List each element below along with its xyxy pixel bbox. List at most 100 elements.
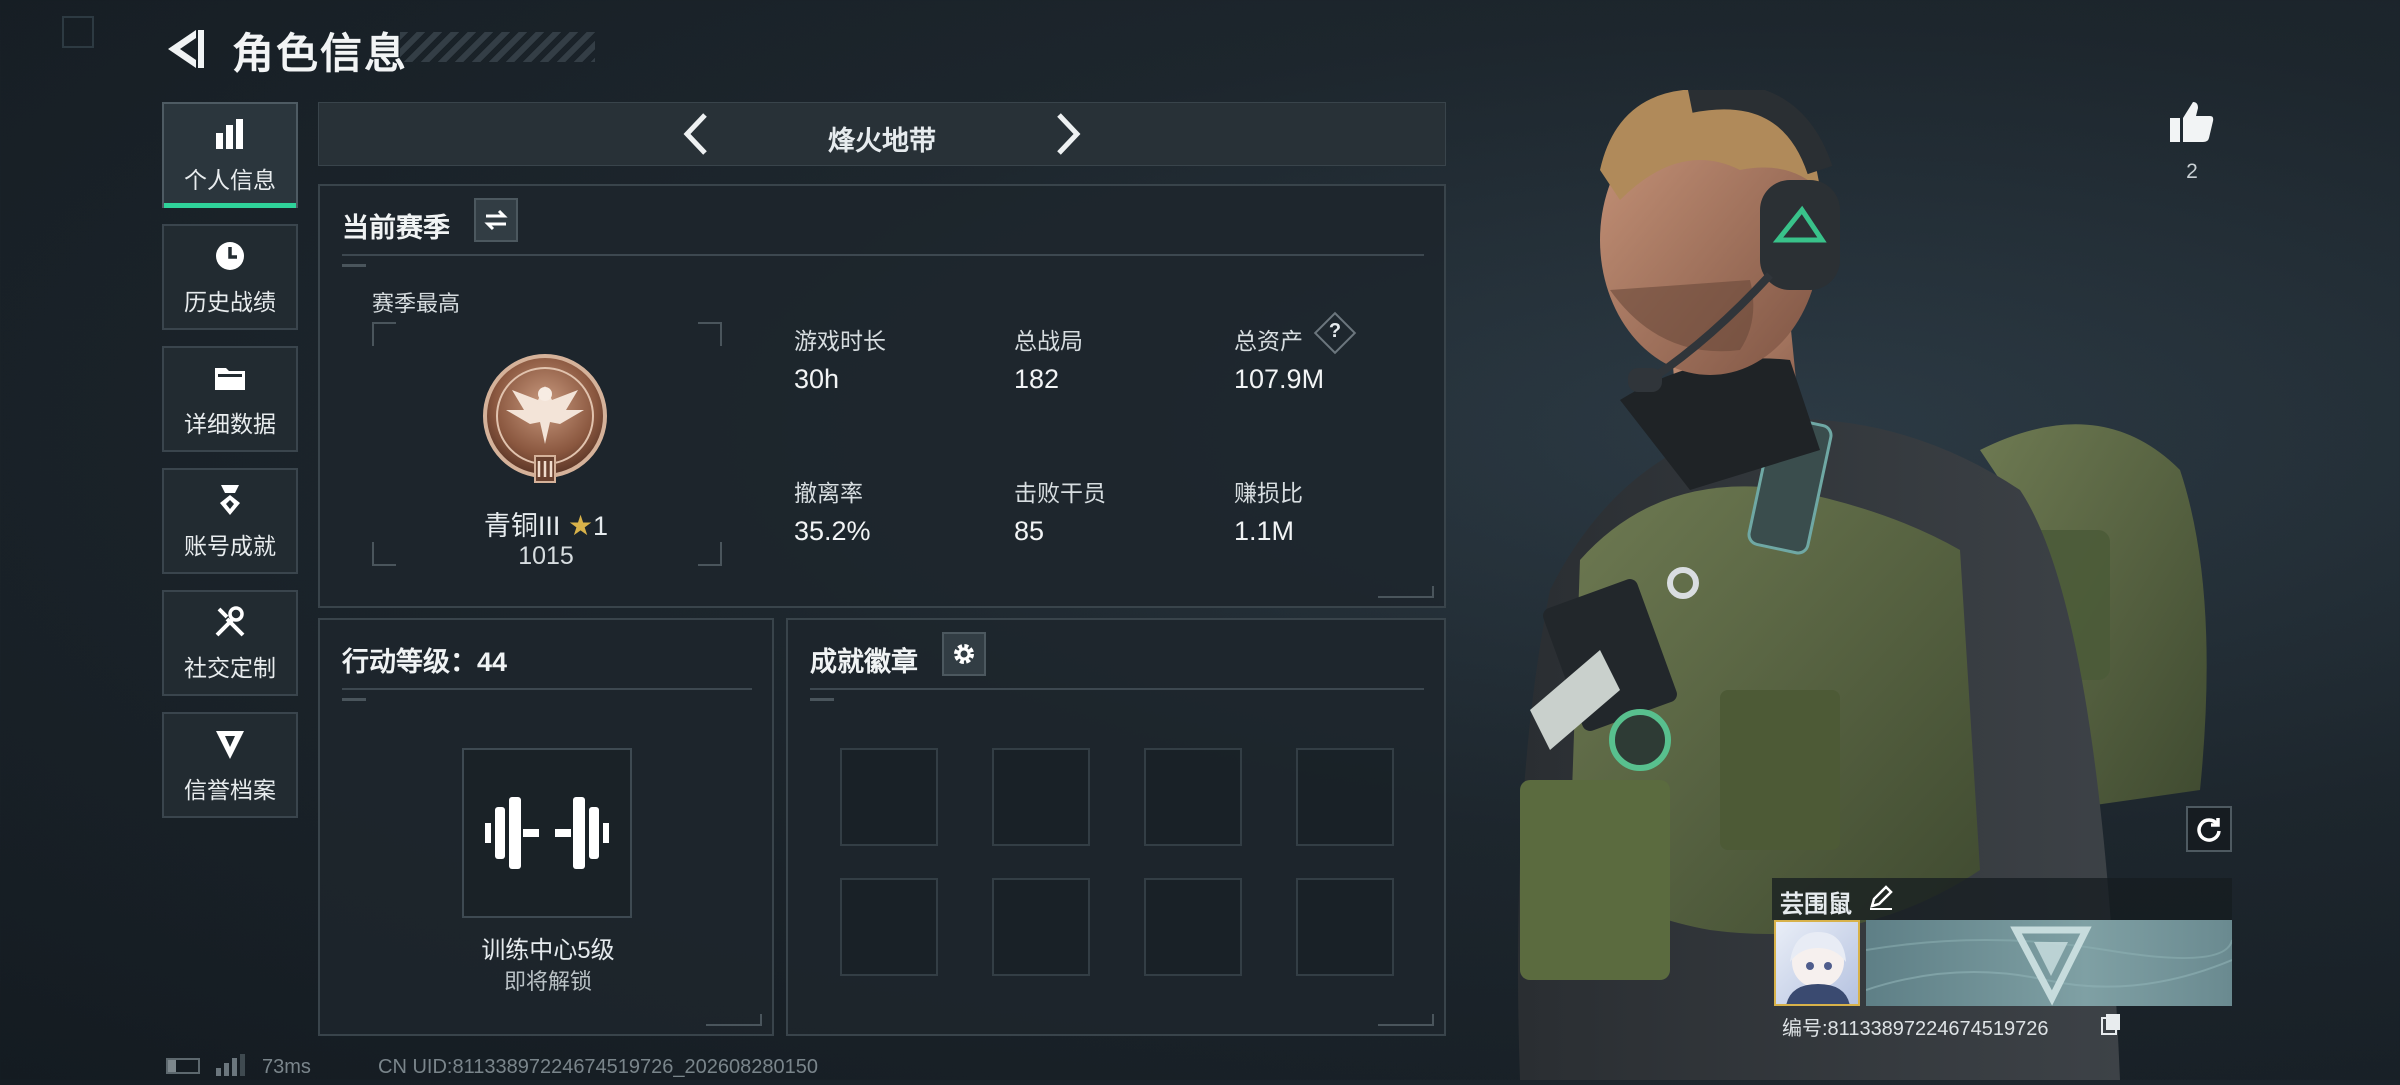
divider-decoration [810,698,834,701]
stat-label-total-assets: 总资产 [1234,328,1303,354]
stat-value-extraction-rate: 35.2% [794,516,871,546]
badge-settings-button[interactable] [942,632,986,676]
action-level-title: 行动等级：44 [342,647,508,677]
badge-slot[interactable] [840,748,938,846]
sidebar-item-credit[interactable]: 信誉档案 [162,712,298,818]
player-banner[interactable] [1866,920,2232,1006]
badge-slot[interactable] [1296,878,1394,976]
switch-season-button[interactable] [474,198,518,242]
rank-points: 1015 [518,542,574,570]
corner-decoration [62,16,94,48]
stat-label-playtime: 游戏时长 [794,328,886,354]
bar-chart-icon [211,115,249,153]
thumbs-up-icon [2170,102,2214,142]
like-count: 2 [2186,160,2198,183]
copy-id-button[interactable] [2100,1012,2122,1036]
stat-label-extraction-rate: 撤离率 [794,480,863,506]
rank-line: 青铜III ★1 [320,504,772,543]
page-title: 角色信息 [232,30,409,77]
next-mode-button[interactable] [1043,111,1089,157]
divider [810,688,1424,690]
stat-value-profit-ratio: 1.1M [1234,516,1295,546]
back-button[interactable] [160,24,210,74]
sidebar-item-detail-data[interactable]: 详细数据 [162,346,298,452]
stat-value-kills: 85 [1014,516,1045,546]
gear-icon [954,644,974,664]
ping-value: 73ms [262,1056,311,1078]
avatar[interactable] [1774,920,1860,1006]
player-name: 芸围鼠 [1780,891,1852,918]
achievement-badges-panel: 成就徽章 [786,618,1446,1036]
folder-icon [211,359,249,397]
sidebar-item-achievements[interactable]: 账号成就 [162,468,298,574]
chevron-right-icon [1057,113,1081,155]
season-title: 当前赛季 [342,213,450,243]
refresh-icon [2197,818,2221,842]
delta-logo-banner-icon [1866,926,2232,1006]
sidebar-item-label: 信誉档案 [184,777,276,803]
badge-slot[interactable] [992,748,1090,846]
sidebar-item-social[interactable]: 社交定制 [162,590,298,696]
stat-label-profit-ratio: 赚损比 [1234,480,1303,506]
sidebar-item-label: 详细数据 [184,411,276,437]
sidebar-item-label: 历史战绩 [184,289,276,315]
like-button[interactable] [2168,98,2216,146]
season-panel: 当前赛季 赛季最高 青铜III ★1 1015 游戏时长 30h 总战局 182… [318,184,1446,608]
badge-slot[interactable] [840,878,938,976]
dumbbell-icon [485,797,609,869]
pencil-icon [1870,885,1893,910]
sidebar-item-label: 个人信息 [184,167,276,193]
frame-corner [372,322,396,346]
help-icon: ? [1328,320,1342,342]
tools-icon [211,603,249,641]
stat-value-total-matches: 182 [1014,364,1060,394]
panel-corner-deco [1378,1014,1434,1026]
edit-name-button[interactable] [1866,882,1896,912]
active-indicator [164,203,296,208]
divider-decoration [342,264,366,267]
rotate-model-button[interactable] [2186,806,2232,852]
divider-decoration [342,698,366,701]
badge-slot[interactable] [992,878,1090,976]
training-center-card[interactable] [462,748,632,918]
achievements-title: 成就徽章 [810,647,918,677]
rank-name: 青铜III [483,511,561,541]
uid-line: CN UID:81133897224674519726_202608280150 [378,1056,819,1078]
panel-corner-deco [1378,586,1434,598]
battery-icon [166,1058,200,1074]
stat-label-kills: 击败干员 [1014,480,1106,506]
action-level-panel: 行动等级：44 训练中心5级 即将解锁 [318,618,774,1036]
badge-slot[interactable] [1296,748,1394,846]
stat-value-playtime: 30h [794,364,840,394]
badge-slot[interactable] [1144,748,1242,846]
badge-slot[interactable] [1144,878,1242,976]
training-center-status: 即将解锁 [503,969,592,994]
frame-corner [698,322,722,346]
sidebar-item-label: 账号成就 [184,533,276,559]
panel-corner-deco [706,1014,762,1026]
player-id: 编号:81133897224674519726 [1782,1018,2049,1040]
stat-value-total-assets: 107.9M [1234,364,1325,394]
anime-avatar-image [1786,932,1850,1004]
sidebar-item-history[interactable]: 历史战绩 [162,224,298,330]
season-best-label: 赛季最高 [372,291,461,316]
mode-selector: 烽火地带 [318,102,1446,166]
stat-label-total-matches: 总战局 [1014,328,1083,354]
medal-icon [211,481,249,519]
shield-badge-icon [211,725,249,763]
rank-emblem [480,348,610,490]
copy-icon [2101,1014,2120,1035]
sidebar-item-label: 社交定制 [184,655,276,681]
swap-arrows-icon [484,209,508,231]
history-clock-icon [211,237,249,275]
bronze-eagle-emblem-icon [483,354,607,483]
star-icon: ★ [567,510,594,541]
sidebar-item-personal-info[interactable]: 个人信息 [162,102,298,208]
divider [342,688,752,690]
divider [342,254,1424,256]
mode-title: 烽火地带 [828,126,936,156]
training-center-name: 训练中心5级 [481,937,615,964]
back-arrow-icon [168,30,204,68]
title-decoration [400,32,595,62]
rank-stars: 1 [593,511,609,541]
